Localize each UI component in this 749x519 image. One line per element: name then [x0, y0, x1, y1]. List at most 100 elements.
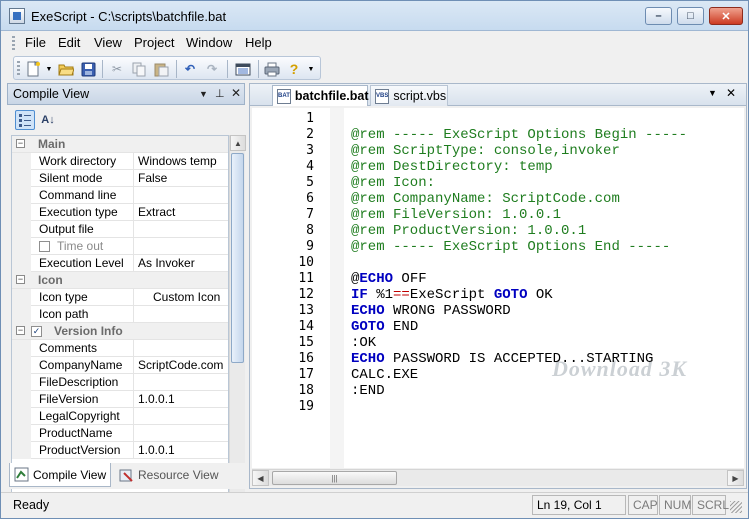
minimize-button[interactable]: – [645, 7, 672, 25]
property-category[interactable]: − Icon [12, 272, 228, 289]
collapse-icon[interactable]: − [16, 326, 25, 335]
property-category[interactable]: − Main [12, 136, 228, 153]
code-line[interactable]: @rem FileVersion: 1.0.0.1 [351, 207, 561, 223]
property-value[interactable]: Extract [138, 205, 175, 219]
code-line[interactable]: :OK [351, 335, 376, 351]
property-row[interactable]: ProductName [12, 425, 228, 442]
open-folder-icon[interactable] [58, 61, 74, 77]
help-icon[interactable]: ? [286, 61, 302, 77]
menu-view[interactable]: View [94, 35, 122, 50]
tab-script-vbs[interactable]: VBS script.vbs [370, 85, 448, 106]
code-line[interactable]: GOTO END [351, 319, 418, 335]
property-row[interactable]: FileVersion 1.0.0.1 [12, 391, 228, 408]
collapse-icon[interactable]: − [16, 139, 25, 148]
property-row[interactable]: Command line [12, 187, 228, 204]
property-value[interactable]: ScriptCode.com [138, 358, 223, 372]
editor-hscrollbar[interactable]: ◀ ||| ▶ [252, 469, 744, 486]
pin-icon[interactable]: ⊥ [215, 87, 225, 100]
category-label: Version Info [54, 324, 123, 338]
property-row[interactable]: CompanyName ScriptCode.com [12, 357, 228, 374]
save-icon[interactable] [80, 61, 96, 77]
code-line[interactable]: @rem ----- ExeScript Options Begin ----- [351, 127, 687, 143]
undo-icon[interactable]: ↶ [182, 61, 198, 77]
fold-margin [330, 108, 344, 468]
property-value[interactable]: False [138, 171, 167, 185]
title-bar[interactable]: ExeScript - C:\scripts\batchfile.bat – □… [1, 1, 748, 31]
property-row[interactable]: LegalCopyright [12, 408, 228, 425]
code-line[interactable]: ECHO PASSWORD IS ACCEPTED...STARTING [351, 351, 653, 367]
property-name: Silent mode [39, 171, 103, 185]
cut-icon[interactable]: ✂ [109, 61, 125, 77]
panel-menu-icon[interactable]: ▼ [199, 89, 208, 99]
property-row[interactable]: Execution Level As Invoker [12, 255, 228, 272]
property-row[interactable]: ProductVersion 1.0.0.1 [12, 442, 228, 459]
code-line[interactable]: @rem ProductVersion: 1.0.0.1 [351, 223, 586, 239]
version-info-checkbox[interactable]: ✓ [31, 326, 42, 337]
property-row[interactable]: Output file [12, 221, 228, 238]
code-line[interactable]: @rem CompanyName: ScriptCode.com [351, 191, 620, 207]
property-category[interactable]: − ✓ Version Info [12, 323, 228, 340]
toolbar-overflow-icon[interactable]: ▼ [306, 61, 316, 77]
scroll-thumb[interactable] [231, 153, 244, 363]
menu-help[interactable]: Help [245, 35, 272, 50]
property-row[interactable]: Work directory Windows temp [12, 153, 228, 170]
compile-icon[interactable] [235, 61, 251, 77]
property-row[interactable]: Icon path [12, 306, 228, 323]
hscroll-thumb[interactable]: ||| [272, 471, 397, 485]
scroll-up-icon[interactable]: ▲ [230, 135, 246, 151]
property-row[interactable]: Icon type Custom Icon [12, 289, 228, 306]
code-line[interactable]: ECHO WRONG PASSWORD [351, 303, 511, 319]
code-comment: @rem ProductVersion: 1.0.0.1 [351, 223, 587, 239]
tab-batchfile[interactable]: BAT batchfile.bat [272, 85, 369, 106]
new-dropdown-icon[interactable]: ▼ [44, 61, 54, 77]
property-row[interactable]: Execution type Extract [12, 204, 228, 221]
property-row[interactable]: Time out [12, 238, 228, 255]
toolbar-grip[interactable] [17, 61, 20, 76]
resize-grip[interactable] [730, 501, 742, 513]
scroll-left-icon[interactable]: ◀ [252, 470, 269, 486]
paste-icon[interactable] [153, 61, 169, 77]
editor-close-icon[interactable]: ✕ [726, 86, 736, 100]
code-line[interactable]: @rem ----- ExeScript Options End ----- [351, 239, 670, 255]
code-line[interactable]: @ECHO OFF [351, 271, 427, 287]
property-row[interactable]: Comments [12, 340, 228, 357]
property-value[interactable]: As Invoker [138, 256, 195, 270]
property-value[interactable]: Custom Icon [153, 290, 220, 304]
toolbar-separator [176, 60, 177, 78]
tab-list-icon[interactable]: ▼ [708, 88, 717, 98]
scroll-right-icon[interactable]: ▶ [727, 470, 744, 486]
code-line[interactable]: @rem ScriptType: console,invoker [351, 143, 620, 159]
panel-close-icon[interactable]: ✕ [231, 86, 241, 100]
redo-icon[interactable]: ↷ [204, 61, 220, 77]
time-out-checkbox[interactable] [39, 241, 50, 252]
close-button[interactable]: ✕ [709, 7, 743, 25]
menu-grip[interactable] [12, 36, 15, 50]
tab-compile-view[interactable]: Compile View [9, 463, 111, 487]
property-row[interactable]: FileDescription [12, 374, 228, 391]
copy-icon[interactable] [131, 61, 147, 77]
property-row[interactable]: Silent mode False [12, 170, 228, 187]
code-line[interactable]: :END [351, 383, 385, 399]
property-value[interactable]: Windows temp [138, 154, 217, 168]
menu-edit[interactable]: Edit [58, 35, 80, 50]
property-scrollbar[interactable]: ▲ ▼ [229, 135, 246, 518]
maximize-button[interactable]: □ [677, 7, 704, 25]
collapse-icon[interactable]: − [16, 275, 25, 284]
alphabetical-sort-icon[interactable]: A↓ [38, 110, 58, 130]
menu-file[interactable]: File [25, 35, 46, 50]
tab-resource-view[interactable]: Resource View [115, 463, 225, 487]
menu-project[interactable]: Project [134, 35, 174, 50]
code-editor[interactable]: Download 3K 1 2 3 4 5 6 7 8 9 10 11 12 13 14 15 16 17 18 1… [252, 108, 744, 468]
print-icon[interactable] [264, 61, 280, 77]
menu-window[interactable]: Window [186, 35, 232, 50]
code-line[interactable]: @rem Icon: [351, 175, 435, 191]
code-line[interactable]: @rem DestDirectory: temp [351, 159, 553, 175]
categorized-icon[interactable] [15, 110, 35, 130]
code-line[interactable]: CALC.EXE [351, 367, 418, 383]
property-name: Time out [57, 239, 104, 253]
property-value[interactable]: 1.0.0.1 [138, 443, 175, 457]
new-file-icon[interactable] [26, 61, 42, 77]
panel-header: Compile View ▼ ⊥ ✕ [7, 83, 245, 105]
property-value[interactable]: 1.0.0.1 [138, 392, 175, 406]
code-line[interactable]: IF %1==ExeScript GOTO OK [351, 287, 553, 303]
